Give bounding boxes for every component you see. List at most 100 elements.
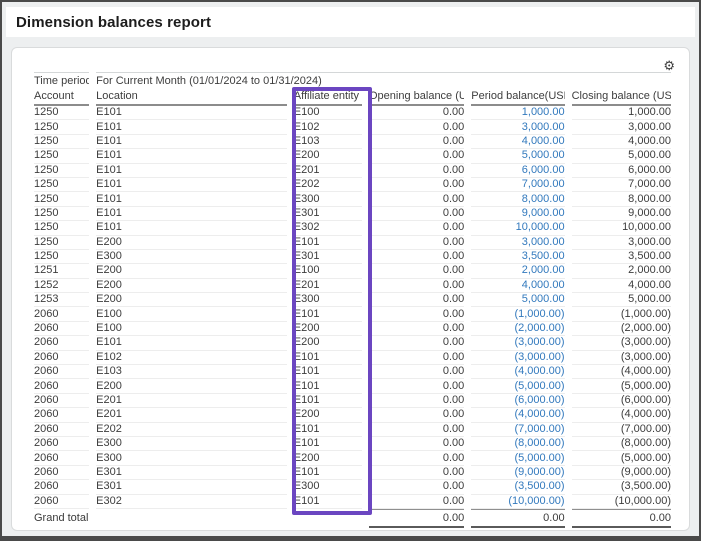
period-balance-cell[interactable]: (5,000.00) [471,379,564,393]
affiliate-entity-cell: E300 [294,293,362,307]
location-cell: E100 [96,307,287,321]
affiliate-entity-cell: E200 [294,408,362,422]
opening-balance-cell: 0.00 [369,336,464,350]
account-cell: 2060 [34,322,89,336]
account-cell: 1250 [34,164,89,178]
opening-balance-cell: 0.00 [369,365,464,379]
table-row: 2060E301E1010.00(9,000.00)(9,000.00) [34,466,671,480]
location-cell: E101 [96,336,287,350]
period-balance-cell[interactable]: 1,000.00 [471,106,564,120]
closing-balance-cell: 8,000.00 [572,192,671,206]
page-header: Dimension balances report [6,7,695,37]
closing-balance-cell: 3,000.00 [572,120,671,134]
affiliate-entity-cell: E101 [294,379,362,393]
location-cell: E101 [96,149,287,163]
grand-total-closing: 0.00 [572,509,671,528]
period-balance-cell[interactable]: 4,000.00 [471,135,564,149]
period-balance-cell[interactable]: 3,000.00 [471,120,564,134]
period-balance-cell[interactable]: 6,000.00 [471,164,564,178]
settings-gear-icon[interactable]: ⚙ [663,59,675,72]
opening-balance-cell: 0.00 [369,322,464,336]
column-header-location: Location [96,89,287,106]
period-balance-cell[interactable]: (3,000.00) [471,351,564,365]
closing-balance-cell: (5,000.00) [572,379,671,393]
opening-balance-cell: 0.00 [369,264,464,278]
closing-balance-cell: 10,000.00 [572,221,671,235]
account-cell: 1250 [34,106,89,120]
period-balance-cell[interactable]: (8,000.00) [471,437,564,451]
column-header-closing: Closing balance (USD) [572,89,671,106]
period-balance-cell[interactable]: 7,000.00 [471,178,564,192]
location-cell: E103 [96,365,287,379]
period-balance-cell[interactable]: 8,000.00 [471,192,564,206]
location-cell: E101 [96,221,287,235]
period-balance-cell[interactable]: (10,000.00) [471,495,564,509]
period-balance-cell[interactable]: (7,000.00) [471,423,564,437]
period-balance-cell[interactable]: 5,000.00 [471,149,564,163]
account-cell: 2060 [34,466,89,480]
period-balance-cell[interactable]: (3,000.00) [471,336,564,350]
affiliate-entity-cell: E200 [294,336,362,350]
location-cell: E101 [96,135,287,149]
table-row: 1250E101E1020.003,000.003,000.00 [34,120,671,134]
table-container: Time period For Current Month (01/01/202… [12,72,689,528]
period-balance-cell[interactable]: (2,000.00) [471,322,564,336]
table-row: 1250E101E2020.007,000.007,000.00 [34,178,671,192]
location-cell: E301 [96,466,287,480]
affiliate-entity-cell: E103 [294,135,362,149]
location-cell: E101 [96,164,287,178]
location-cell: E300 [96,451,287,465]
table-row: 1250E101E2000.005,000.005,000.00 [34,149,671,163]
closing-balance-cell: (10,000.00) [572,495,671,509]
period-balance-cell[interactable]: (3,500.00) [471,480,564,494]
opening-balance-cell: 0.00 [369,149,464,163]
account-cell: 2060 [34,451,89,465]
opening-balance-cell: 0.00 [369,135,464,149]
table-row: 2060E201E1010.00(6,000.00)(6,000.00) [34,394,671,408]
period-balance-cell[interactable]: (4,000.00) [471,365,564,379]
period-balance-cell[interactable]: (1,000.00) [471,307,564,321]
closing-balance-cell: 6,000.00 [572,164,671,178]
report-card: ⚙ Time period For Current Month (01/01/2… [11,47,690,531]
affiliate-entity-cell: E200 [294,149,362,163]
account-cell: 2060 [34,307,89,321]
period-balance-cell[interactable]: 9,000.00 [471,207,564,221]
table-row: 2060E300E2000.00(5,000.00)(5,000.00) [34,451,671,465]
opening-balance-cell: 0.00 [369,437,464,451]
closing-balance-cell: (8,000.00) [572,437,671,451]
table-row: 1250E101E1030.004,000.004,000.00 [34,135,671,149]
period-balance-cell[interactable]: 3,000.00 [471,236,564,250]
affiliate-entity-cell: E101 [294,236,362,250]
opening-balance-cell: 0.00 [369,293,464,307]
table-row: 2060E103E1010.00(4,000.00)(4,000.00) [34,365,671,379]
period-balance-cell[interactable]: 2,000.00 [471,264,564,278]
location-cell: E101 [96,207,287,221]
table-row: 1253E200E3000.005,000.005,000.00 [34,293,671,307]
account-cell: 1250 [34,149,89,163]
table-row: 2060E102E1010.00(3,000.00)(3,000.00) [34,351,671,365]
account-cell: 2060 [34,495,89,509]
period-balance-cell[interactable]: (6,000.00) [471,394,564,408]
account-cell: 1250 [34,236,89,250]
closing-balance-cell: (1,000.00) [572,307,671,321]
period-balance-cell[interactable]: 3,500.00 [471,250,564,264]
opening-balance-cell: 0.00 [369,221,464,235]
period-balance-cell[interactable]: (9,000.00) [471,466,564,480]
location-cell: E201 [96,394,287,408]
table-row: 1250E300E3010.003,500.003,500.00 [34,250,671,264]
period-balance-cell[interactable]: (5,000.00) [471,451,564,465]
affiliate-entity-cell: E100 [294,106,362,120]
account-cell: 1250 [34,221,89,235]
table-row: 2060E100E2000.00(2,000.00)(2,000.00) [34,322,671,336]
opening-balance-cell: 0.00 [369,236,464,250]
time-period-row: Time period For Current Month (01/01/202… [34,72,671,89]
time-period-value: For Current Month (01/01/2024 to 01/31/2… [96,72,671,89]
location-cell: E102 [96,351,287,365]
period-balance-cell[interactable]: 5,000.00 [471,293,564,307]
account-cell: 2060 [34,480,89,494]
location-cell: E101 [96,178,287,192]
period-balance-cell[interactable]: 10,000.00 [471,221,564,235]
account-cell: 2060 [34,365,89,379]
period-balance-cell[interactable]: 4,000.00 [471,279,564,293]
period-balance-cell[interactable]: (4,000.00) [471,408,564,422]
